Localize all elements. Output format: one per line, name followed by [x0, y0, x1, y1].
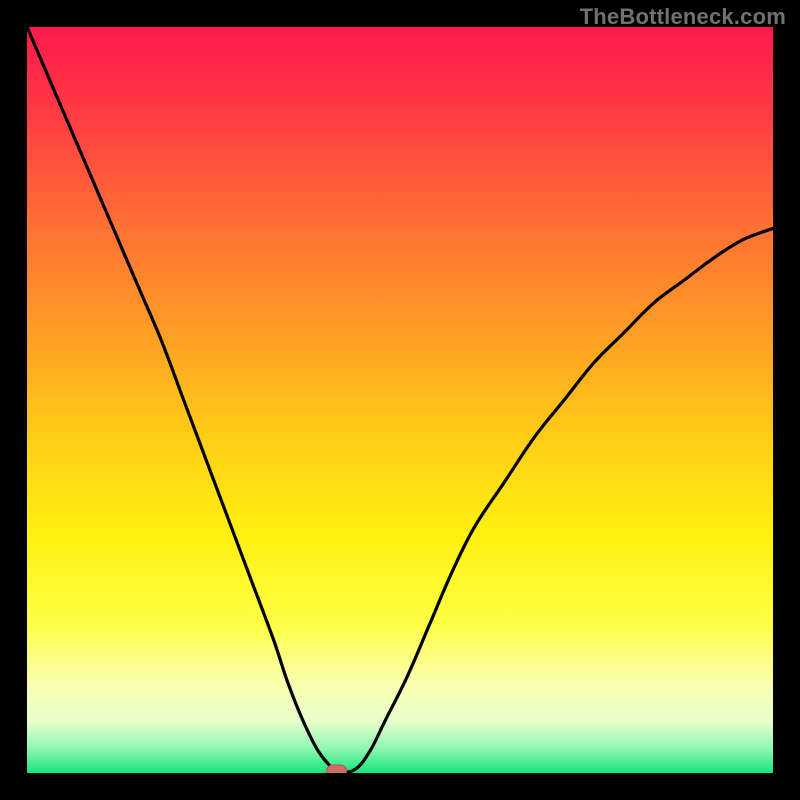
watermark-label: TheBottleneck.com [580, 4, 786, 30]
gradient-background [27, 27, 773, 773]
bottleneck-curve-plot [27, 27, 773, 773]
plot-svg [27, 27, 773, 773]
chart-frame: TheBottleneck.com [0, 0, 800, 800]
optimal-point-marker [327, 765, 347, 773]
